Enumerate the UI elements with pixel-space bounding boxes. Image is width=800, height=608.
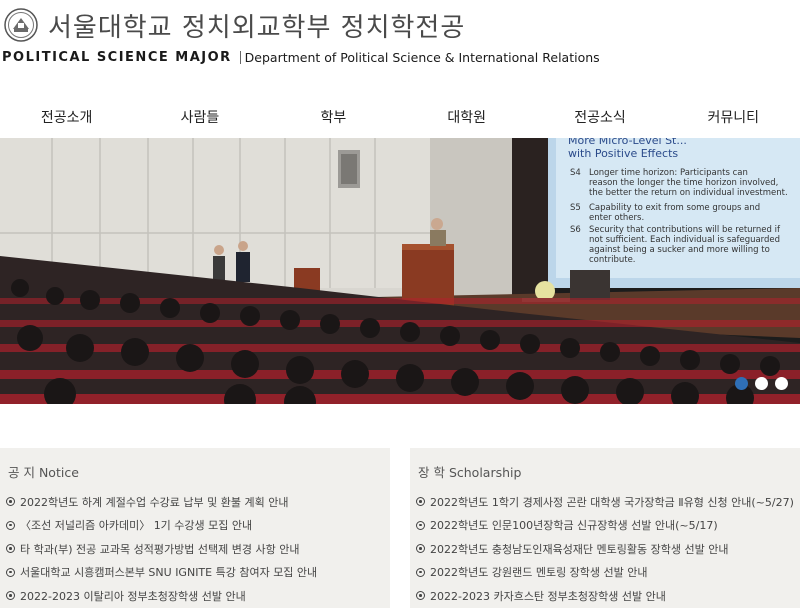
slide-point-num: S6 bbox=[570, 225, 581, 235]
scholarship-title[interactable]: 장 학 Scholarship bbox=[418, 462, 521, 481]
notice-item[interactable]: 서울대학교 시흥캠퍼스본부 SNU IGNITE 특강 참여자 모집 안내 bbox=[6, 561, 317, 585]
nav-item-about[interactable]: 전공소개 bbox=[0, 96, 133, 138]
slide-point-num: S4 bbox=[570, 168, 581, 178]
site-header: 서울대학교 정치외교학부 정치학전공 POLITICAL SCIENCE MAJ… bbox=[0, 0, 800, 92]
notice-item[interactable]: 〈조선 저널리즘 아카데미〉 1기 수강생 모집 안내 bbox=[6, 514, 317, 538]
notice-item[interactable]: 2022-2023 이탈리아 정부초청장학생 선발 안내 bbox=[6, 584, 317, 608]
circle-bullet-icon bbox=[416, 497, 425, 507]
lecture-hall-photo: More Micro-Level St... with Positive Eff… bbox=[0, 138, 800, 404]
slide-point-num: S5 bbox=[570, 203, 581, 213]
nav-item-community[interactable]: 커뮤니티 bbox=[667, 96, 800, 138]
department-name: Department of Political Science & Intern… bbox=[244, 50, 600, 65]
scholarship-board: 장 학 Scholarship 2022학년도 1학기 경제사정 곤란 대학생 … bbox=[410, 448, 800, 608]
hero-slider: More Micro-Level St... with Positive Eff… bbox=[0, 138, 800, 404]
slide-heading-2: with Positive Effects bbox=[568, 147, 678, 160]
notice-item[interactable]: 2022학년도 하계 계절수업 수강료 납부 및 환불 계획 안내 bbox=[6, 490, 317, 514]
boards-section: 공 지 Notice 2022학년도 하계 계절수업 수강료 납부 및 환불 계… bbox=[0, 404, 800, 608]
circle-bullet-icon bbox=[6, 497, 15, 507]
slide-point-line: enter others. bbox=[589, 213, 644, 223]
scholarship-item[interactable]: 2022-2023 카자흐스탄 정부초청장학생 선발 안내 bbox=[416, 584, 794, 608]
nav-item-graduate[interactable]: 대학원 bbox=[400, 96, 533, 138]
circle-bullet-icon bbox=[6, 520, 15, 530]
separator bbox=[239, 51, 241, 64]
notice-board: 공 지 Notice 2022학년도 하계 계절수업 수강료 납부 및 환불 계… bbox=[0, 448, 390, 608]
main-nav: 전공소개 사람들 학부 대학원 전공소식 커뮤니티 bbox=[0, 96, 800, 138]
scholarship-item-text[interactable]: 2022학년도 인문100년장학금 신규장학생 선발 안내(~5/17) bbox=[430, 517, 718, 533]
circle-bullet-icon bbox=[6, 567, 15, 577]
slider-dot-3[interactable] bbox=[775, 377, 788, 390]
circle-bullet-icon bbox=[6, 591, 15, 601]
slide-point-line: contribute. bbox=[589, 255, 636, 265]
scholarship-item-text[interactable]: 2022학년도 충청남도인재육성재단 멘토링활동 장학생 선발 안내 bbox=[430, 541, 728, 557]
scholarship-item-text[interactable]: 2022-2023 카자흐스탄 정부초청장학생 선발 안내 bbox=[430, 588, 666, 604]
slider-dot-1[interactable] bbox=[735, 377, 748, 390]
scholarship-item-text[interactable]: 2022학년도 강원랜드 멘토링 장학생 선발 안내 bbox=[430, 564, 648, 580]
nav-item-undergraduate[interactable]: 학부 bbox=[267, 96, 400, 138]
nav-item-people[interactable]: 사람들 bbox=[133, 96, 266, 138]
scholarship-item[interactable]: 2022학년도 충청남도인재육성재단 멘토링활동 장학생 선발 안내 bbox=[416, 537, 794, 561]
notice-item-text[interactable]: 〈조선 저널리즘 아카데미〉 1기 수강생 모집 안내 bbox=[20, 517, 252, 533]
department-subtitle: POLITICAL SCIENCE MAJOR Department of Po… bbox=[2, 50, 600, 65]
scholarship-item[interactable]: 2022학년도 강원랜드 멘토링 장학생 선발 안내 bbox=[416, 561, 794, 585]
scholarship-item[interactable]: 2022학년도 1학기 경제사정 곤란 대학생 국가장학금 Ⅱ유형 신청 안내(… bbox=[416, 490, 794, 514]
notice-list: 2022학년도 하계 계절수업 수강료 납부 및 환불 계획 안내 〈조선 저널… bbox=[6, 490, 317, 608]
notice-item-text[interactable]: 타 학과(부) 전공 교과목 성적평가방법 선택제 변경 사항 안내 bbox=[20, 541, 299, 557]
circle-bullet-icon bbox=[416, 520, 425, 530]
notice-item[interactable]: 타 학과(부) 전공 교과목 성적평가방법 선택제 변경 사항 안내 bbox=[6, 537, 317, 561]
nav-item-news[interactable]: 전공소식 bbox=[533, 96, 666, 138]
notice-title[interactable]: 공 지 Notice bbox=[8, 462, 79, 481]
circle-bullet-icon bbox=[416, 567, 425, 577]
site-title[interactable]: 서울대학교 정치외교학부 정치학전공 bbox=[48, 7, 465, 44]
circle-bullet-icon bbox=[416, 544, 425, 554]
scholarship-list: 2022학년도 1학기 경제사정 곤란 대학생 국가장학금 Ⅱ유형 신청 안내(… bbox=[416, 490, 794, 608]
circle-bullet-icon bbox=[416, 591, 425, 601]
slide-heading: More Micro-Level St... bbox=[568, 138, 687, 147]
slide-point-line: Capability to exit from some groups and bbox=[589, 203, 760, 213]
slide-point-line: Security that contributions will be retu… bbox=[589, 225, 781, 235]
major-label: POLITICAL SCIENCE MAJOR bbox=[2, 50, 232, 65]
slide-point-line: the better the return on individual inve… bbox=[589, 188, 788, 198]
circle-bullet-icon bbox=[6, 544, 15, 554]
notice-item-text[interactable]: 서울대학교 시흥캠퍼스본부 SNU IGNITE 특강 참여자 모집 안내 bbox=[20, 564, 317, 580]
scholarship-item[interactable]: 2022학년도 인문100년장학금 신규장학생 선발 안내(~5/17) bbox=[416, 514, 794, 538]
slide-point-line: not sufficient. Each individual is safeg… bbox=[589, 235, 780, 245]
slide-point-line: reason the longer the time horizon invol… bbox=[589, 178, 778, 188]
notice-item-text[interactable]: 2022-2023 이탈리아 정부초청장학생 선발 안내 bbox=[20, 588, 246, 604]
slide-point-line: against being a sucker and more willing … bbox=[589, 245, 770, 255]
slide-point-line: Longer time horizon: Participants can bbox=[589, 168, 748, 178]
university-seal-icon[interactable] bbox=[4, 8, 38, 42]
slider-dot-2[interactable] bbox=[755, 377, 768, 390]
scholarship-item-text[interactable]: 2022학년도 1학기 경제사정 곤란 대학생 국가장학금 Ⅱ유형 신청 안내(… bbox=[430, 494, 794, 510]
notice-item-text[interactable]: 2022학년도 하계 계절수업 수강료 납부 및 환불 계획 안내 bbox=[20, 494, 289, 510]
logo-row[interactable]: 서울대학교 정치외교학부 정치학전공 bbox=[4, 6, 465, 44]
slider-dots bbox=[735, 377, 788, 390]
